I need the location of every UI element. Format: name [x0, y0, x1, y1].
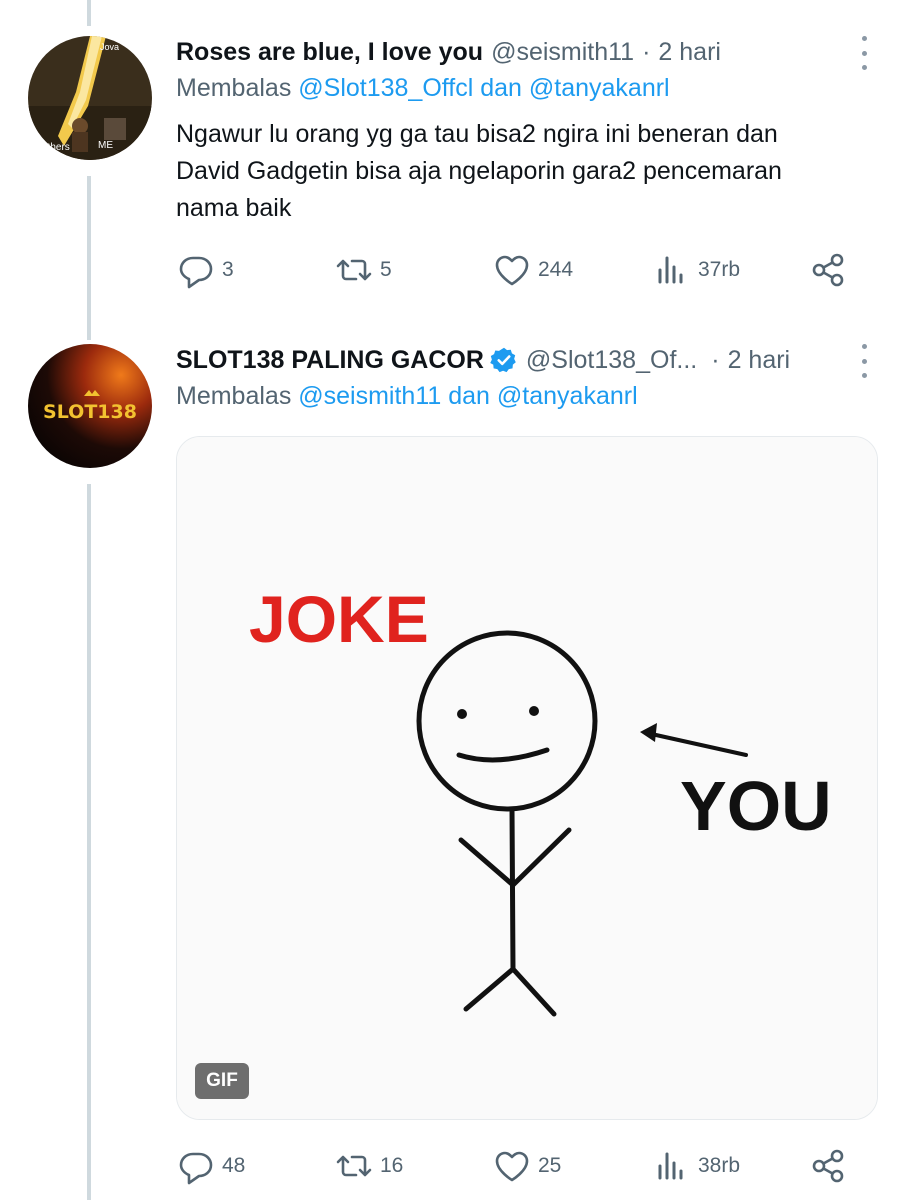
- action-bar: 48 16 25 38rb: [176, 1146, 856, 1186]
- avatar-label-right: ME: [98, 140, 113, 151]
- mention-conjunction: dan: [473, 74, 529, 102]
- stickman-eye-left: [457, 709, 467, 719]
- tweet-text: Ngawur lu orang yg ga tau bisa2 ngira in…: [176, 116, 866, 227]
- retweet-count: 16: [380, 1154, 404, 1177]
- more-icon[interactable]: [854, 344, 874, 378]
- reply-icon: [179, 256, 213, 289]
- share-button[interactable]: [808, 1146, 848, 1186]
- tweet-header: Roses are blue, I love you @seismith11 ·…: [176, 34, 721, 70]
- views-count: 38rb: [698, 1154, 741, 1177]
- share-icon: [812, 253, 844, 287]
- mention-link[interactable]: @Slot138_Offcl: [298, 74, 473, 102]
- gif-image: JOKE YOU: [177, 437, 877, 1119]
- display-name[interactable]: Roses are blue, I love you: [176, 38, 483, 67]
- joke-text: JOKE: [249, 582, 429, 656]
- user-handle[interactable]: @seismith11: [491, 38, 634, 67]
- reply-button[interactable]: 3: [176, 250, 234, 290]
- like-icon: [495, 1151, 529, 1182]
- tweet-media-gif[interactable]: JOKE YOU GIF: [176, 436, 878, 1120]
- mention-link[interactable]: @tanyakanrl: [529, 74, 670, 102]
- tweet-text-line: nama baik: [176, 194, 292, 222]
- user-handle[interactable]: @Slot138_Of...: [526, 346, 697, 375]
- like-button[interactable]: 244: [492, 250, 573, 290]
- avatar-image: Jova others ME: [28, 36, 152, 160]
- display-name[interactable]: SLOT138 PALING GACOR: [176, 346, 484, 375]
- timestamp[interactable]: 2 hari: [658, 38, 721, 67]
- gif-badge: GIF: [195, 1063, 249, 1099]
- tweet-text-line: Ngawur lu orang yg ga tau bisa2 ngira in…: [176, 120, 778, 148]
- views-count: 37rb: [698, 258, 741, 281]
- mention-link[interactable]: @seismith11: [298, 382, 441, 410]
- avatar-label-top: Jova: [100, 42, 119, 52]
- avatar[interactable]: SLOT138: [28, 344, 152, 468]
- replying-to-prefix: Membalas: [176, 382, 299, 410]
- views-icon: [658, 1152, 683, 1180]
- thread-line-top: [87, 0, 91, 26]
- share-icon: [812, 1149, 844, 1183]
- replying-to: Membalas @seismith11 dan @tanyakanrl: [176, 382, 638, 411]
- reply-count: 48: [222, 1154, 246, 1177]
- avatar-image: SLOT138: [28, 344, 152, 468]
- avatar-logo-text: SLOT138: [43, 401, 137, 423]
- reply-count: 3: [222, 258, 234, 281]
- views-button[interactable]: 38rb: [652, 1146, 740, 1186]
- reply-icon: [179, 1152, 213, 1185]
- stickman-body: [509, 806, 516, 972]
- like-button[interactable]: 25: [492, 1146, 561, 1186]
- more-icon[interactable]: [854, 36, 874, 70]
- retweet-icon: [336, 1155, 372, 1177]
- separator-dot: ·: [642, 37, 651, 66]
- mention-link[interactable]: @tanyakanrl: [497, 382, 638, 410]
- like-count: 25: [538, 1154, 562, 1177]
- like-count: 244: [538, 258, 574, 281]
- tweet-1[interactable]: Jova others ME Roses are blue, I love yo…: [0, 34, 904, 324]
- replying-to-prefix: Membalas: [176, 74, 299, 102]
- avatar-label-left: others: [42, 142, 70, 153]
- tweet-text-line: David Gadgetin bisa aja ngelaporin gara2…: [176, 157, 782, 185]
- mention-conjunction: dan: [441, 382, 497, 410]
- views-icon: [658, 256, 683, 284]
- action-bar: 3 5 244 37rb: [176, 250, 856, 290]
- tweet-2[interactable]: SLOT138 SLOT138 PALING GACOR @Slot138_Of…: [0, 342, 904, 1200]
- separator-dot: ·: [711, 345, 720, 374]
- verified-icon: [490, 347, 516, 373]
- retweet-icon: [336, 259, 372, 281]
- retweet-count: 5: [380, 258, 392, 281]
- views-button[interactable]: 37rb: [652, 250, 740, 290]
- stickman-eye-right: [529, 706, 539, 716]
- replying-to: Membalas @Slot138_Offcl dan @tanyakanrl: [176, 74, 670, 103]
- avatar[interactable]: Jova others ME: [28, 36, 152, 160]
- like-icon: [495, 255, 529, 286]
- reply-button[interactable]: 48: [176, 1146, 245, 1186]
- you-text: YOU: [680, 767, 832, 845]
- timestamp[interactable]: 2 hari: [728, 346, 791, 375]
- share-button[interactable]: [808, 250, 848, 290]
- retweet-button[interactable]: 16: [334, 1146, 403, 1186]
- retweet-button[interactable]: 5: [334, 250, 392, 290]
- tweet-header: SLOT138 PALING GACOR @Slot138_Of... · 2 …: [176, 342, 790, 378]
